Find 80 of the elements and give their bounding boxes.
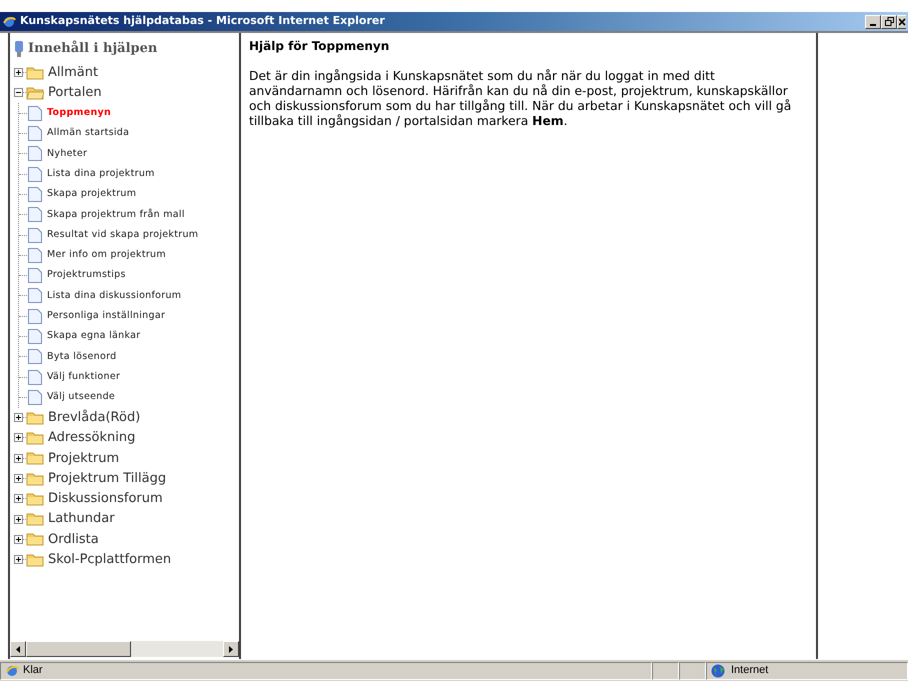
scroll-left-button[interactable] (10, 641, 26, 657)
restore-button[interactable] (881, 14, 897, 28)
browser-icon (2, 14, 16, 28)
folder-icon (26, 492, 44, 506)
folder-icon (26, 472, 44, 486)
folder-icon (26, 451, 44, 466)
restore-icon (884, 17, 894, 26)
scrollbar-thumb[interactable] (26, 641, 131, 657)
tree-item[interactable]: Brevlåda(Röd) (48, 408, 140, 428)
page-icon (27, 226, 43, 244)
browser-icon (5, 664, 19, 678)
close-button[interactable] (897, 14, 906, 28)
tree-item[interactable]: Byta lösenord (47, 350, 116, 364)
folder-icon (26, 512, 44, 526)
page-icon (27, 328, 43, 345)
tree-item[interactable]: Ordlista (48, 530, 99, 550)
expand-icon[interactable] (14, 68, 23, 78)
tree-item[interactable]: Projektrum (48, 448, 120, 468)
tree-item[interactable]: Skol-Pcplattformen (48, 550, 172, 570)
tree-item[interactable]: Lista dina diskussionforum (47, 288, 182, 304)
tree-item[interactable]: Adressökning (48, 428, 136, 448)
tree-item[interactable]: Skapa egna länkar (47, 329, 140, 344)
tree-item[interactable]: Personliga inställningar (47, 309, 166, 324)
page-icon (27, 166, 43, 183)
page-icon (27, 125, 43, 142)
tree-item[interactable]: Projektrumstips (47, 268, 126, 283)
folder-icon (26, 430, 44, 445)
tree-item[interactable]: Toppmenyn (47, 106, 112, 120)
tree-item[interactable]: Allmänt (48, 62, 98, 82)
page-icon (27, 246, 43, 264)
tree-item[interactable]: Resultat vid skapa projektrum (47, 228, 198, 242)
open-folder-icon (26, 86, 44, 100)
tree-item[interactable]: Projektrum Tillägg (48, 468, 166, 488)
collapse-icon[interactable] (14, 88, 23, 98)
page-icon (27, 206, 43, 224)
expand-icon[interactable] (14, 413, 23, 422)
page-icon (27, 145, 43, 162)
tree-heading: Innehåll i hjälpen (28, 40, 158, 58)
left-arrow-icon (16, 646, 20, 652)
folder-icon (26, 410, 44, 425)
tree-item[interactable]: Allmän startsida (47, 126, 130, 141)
page-icon (27, 308, 43, 325)
expand-icon[interactable] (14, 514, 23, 524)
security-zone: Internet (731, 663, 768, 678)
page-icon (27, 186, 43, 203)
page-icon (27, 368, 43, 386)
expand-icon[interactable] (14, 474, 23, 484)
scroll-right-button[interactable] (223, 641, 239, 657)
window-title: Kunskapsnätets hjälpdatabas - Microsoft Internet Explorer (20, 13, 385, 30)
folder-icon (26, 532, 44, 546)
expand-icon[interactable] (14, 454, 23, 463)
tree-item[interactable]: Välj utseende (47, 390, 116, 405)
minimize-button[interactable] (865, 14, 881, 28)
tree-item[interactable]: Skapa projektrum från mall (47, 208, 185, 222)
minimize-icon (870, 24, 876, 26)
expand-icon[interactable] (14, 555, 23, 564)
tree-item[interactable]: Portalen (48, 83, 102, 103)
page-icon (27, 388, 43, 406)
tree-item[interactable]: Välj funktioner (47, 370, 120, 384)
status-text: Klar (23, 663, 43, 678)
tree-item[interactable]: Skapa projektrum (47, 187, 136, 202)
folder-icon (26, 66, 44, 80)
tree-item[interactable]: Mer info om projektrum (47, 248, 166, 262)
globe-icon (711, 664, 725, 678)
page-icon (27, 287, 43, 304)
tree-item[interactable]: Diskussionsforum (48, 489, 163, 509)
tree-item[interactable]: Nyheter (47, 146, 88, 161)
right-arrow-icon (228, 646, 234, 652)
expand-icon[interactable] (14, 494, 23, 504)
folder-icon (26, 552, 44, 567)
expand-icon[interactable] (14, 534, 23, 544)
page-icon (27, 104, 43, 122)
page-icon (27, 348, 43, 366)
expand-icon[interactable] (14, 433, 23, 442)
close-icon (898, 18, 906, 26)
tree-item[interactable]: Lathundar (48, 509, 115, 529)
page-icon (27, 267, 43, 284)
help-paragraph: Det är din ingångsida i Kunskapsnätet som du når när du loggat in med ditt användarnamn och lösenord. Härifrån kan du nå din e-post, projektrum, kunskapskällor och diskussionsforum som du har tillgång till. När du arbetar i Kunskapsnätet och vill gå tillbaka till ingångsidan / portalsidan markera Hem. (249, 69, 792, 129)
help-heading: Hjälp för Toppmenyn (249, 38, 390, 55)
tree-item[interactable]: Lista dina projektrum (47, 167, 155, 182)
